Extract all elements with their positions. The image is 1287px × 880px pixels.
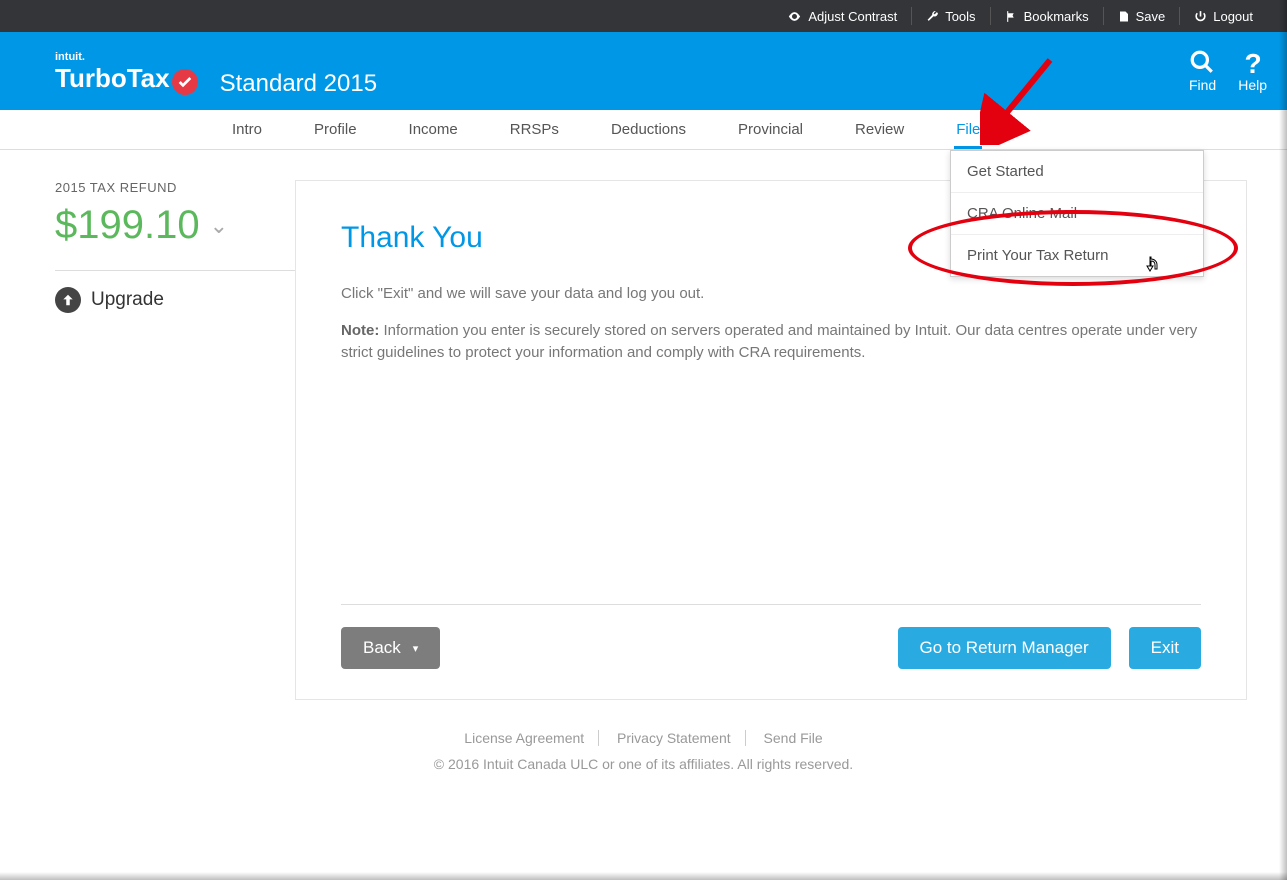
tab-rrsps[interactable]: RRSPs	[508, 111, 561, 148]
wrench-icon	[926, 10, 939, 23]
sidebar: 2015 TAX REFUND $199.10 ⌄ Upgrade	[55, 180, 295, 700]
caret-down-icon: ▾	[413, 642, 419, 655]
instruction-text: Click "Exit" and we will save your data …	[341, 283, 1201, 306]
chevron-down-icon: ⌄	[210, 213, 228, 239]
tab-provincial[interactable]: Provincial	[736, 111, 805, 148]
dropdown-print-tax-return[interactable]: Print Your Tax Return	[951, 235, 1203, 276]
logout-label: Logout	[1213, 9, 1253, 24]
product-name: Standard 2015	[220, 70, 377, 98]
brand-small: intuit.	[55, 51, 198, 63]
brand-name: TurboTax	[55, 63, 170, 93]
license-link[interactable]: License Agreement	[450, 730, 599, 746]
upgrade-label: Upgrade	[91, 289, 164, 311]
divider	[55, 270, 295, 271]
find-button[interactable]: Find	[1189, 49, 1216, 93]
upgrade-link[interactable]: Upgrade	[55, 287, 295, 313]
search-icon	[1189, 49, 1215, 75]
refund-value: $199.10	[55, 203, 200, 248]
tab-intro[interactable]: Intro	[230, 111, 264, 148]
save-label: Save	[1136, 9, 1166, 24]
tab-file[interactable]: File	[954, 111, 982, 148]
privacy-link[interactable]: Privacy Statement	[603, 730, 746, 746]
tools-link[interactable]: Tools	[911, 7, 989, 25]
file-icon	[1118, 10, 1130, 23]
back-button[interactable]: Back ▾	[341, 627, 440, 669]
exit-button[interactable]: Exit	[1129, 627, 1201, 669]
adjust-contrast-link[interactable]: Adjust Contrast	[773, 7, 911, 25]
note-label: Note:	[341, 322, 379, 339]
logout-link[interactable]: Logout	[1179, 7, 1267, 25]
note-body: Information you enter is securely stored…	[341, 322, 1197, 362]
adjust-contrast-label: Adjust Contrast	[808, 9, 897, 24]
upgrade-arrow-icon	[55, 287, 81, 313]
eye-icon	[787, 9, 802, 24]
help-button[interactable]: ? Help	[1238, 49, 1267, 93]
tab-review[interactable]: Review	[853, 111, 906, 148]
shadow	[0, 872, 1287, 880]
svg-text:?: ?	[1245, 49, 1262, 75]
tab-income[interactable]: Income	[407, 111, 460, 148]
refund-label: 2015 TAX REFUND	[55, 180, 295, 195]
copyright: © 2016 Intuit Canada ULC or one of its a…	[0, 756, 1287, 772]
bookmarks-label: Bookmarks	[1024, 9, 1089, 24]
find-label: Find	[1189, 77, 1216, 93]
footer: License Agreement Privacy Statement Send…	[0, 700, 1287, 802]
back-label: Back	[363, 638, 401, 658]
question-icon: ?	[1238, 49, 1264, 75]
note-text: Note: Information you enter is securely …	[341, 320, 1201, 365]
tab-profile[interactable]: Profile	[312, 111, 359, 148]
bookmarks-link[interactable]: Bookmarks	[990, 7, 1103, 25]
help-label: Help	[1238, 77, 1267, 93]
nav-tabs: Intro Profile Income RRSPs Deductions Pr…	[0, 110, 1287, 150]
footer-links: License Agreement Privacy Statement Send…	[0, 730, 1287, 746]
tools-label: Tools	[945, 9, 975, 24]
check-badge-icon	[172, 69, 198, 95]
flag-icon	[1005, 10, 1018, 23]
tab-deductions[interactable]: Deductions	[609, 111, 688, 148]
send-file-link[interactable]: Send File	[750, 730, 837, 746]
shadow	[1279, 0, 1287, 880]
return-manager-button[interactable]: Go to Return Manager	[898, 627, 1111, 669]
topbar: Adjust Contrast Tools Bookmarks Save Log…	[0, 0, 1287, 32]
logo: intuit. TurboTax Standard 2015	[55, 51, 377, 92]
refund-amount[interactable]: $199.10 ⌄	[55, 203, 295, 248]
dropdown-cra-online-mail[interactable]: CRA Online Mail	[951, 193, 1203, 235]
power-icon	[1194, 10, 1207, 23]
save-link[interactable]: Save	[1103, 7, 1180, 25]
file-dropdown: Get Started CRA Online Mail Print Your T…	[950, 150, 1204, 277]
dropdown-get-started[interactable]: Get Started	[951, 151, 1203, 193]
main-footer: Back ▾ Go to Return Manager Exit	[341, 604, 1201, 669]
header: intuit. TurboTax Standard 2015 Find ? He…	[0, 32, 1287, 110]
